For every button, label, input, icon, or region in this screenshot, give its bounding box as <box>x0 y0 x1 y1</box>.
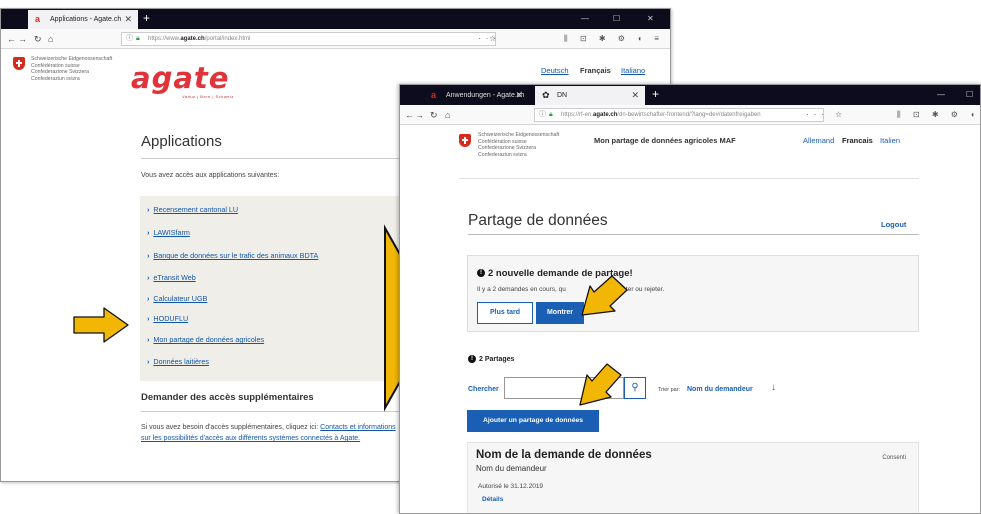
annotation-overlay-front <box>73 275 628 406</box>
pointer-arrow-app <box>73 307 129 343</box>
pointer-arrow-show <box>581 275 628 316</box>
pointer-arrow-add <box>579 363 622 406</box>
